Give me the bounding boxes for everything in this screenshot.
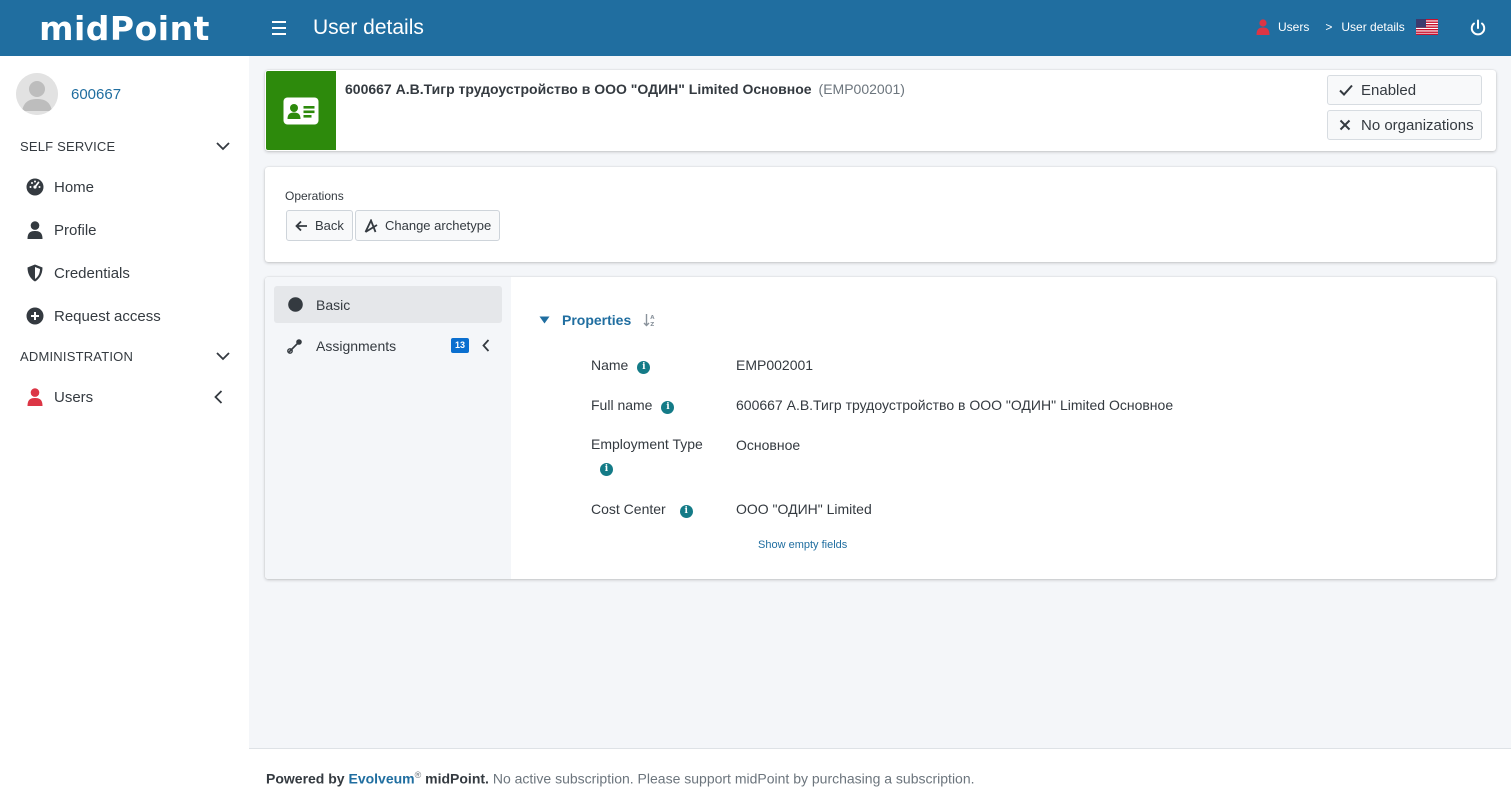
id-card-icon [266, 71, 336, 150]
info-icon[interactable]: i [600, 463, 613, 476]
enabled-tag[interactable]: Enabled [1327, 75, 1482, 105]
enabled-tag-label: Enabled [1361, 81, 1417, 99]
power-icon[interactable] [1468, 18, 1488, 38]
tab-assignments[interactable]: Assignments 13 [274, 327, 502, 364]
sidebar-item-home[interactable]: Home [26, 175, 231, 199]
summary-panel: 600667 А.В.Тигр трудоустройство в ООО "О… [265, 70, 1496, 151]
caret-down-icon [539, 316, 550, 324]
summary-display-name: 600667 А.В.Тигр трудоустройство в ООО "О… [345, 81, 812, 97]
sidebar: 600667 SELF SERVICE Home Profile Credent… [0, 56, 249, 805]
user-icon [26, 221, 44, 239]
operations-label: Operations [285, 189, 344, 203]
footer: Powered by Evolveum® midPoint. No active… [249, 748, 1511, 805]
circle-icon [287, 297, 303, 313]
no-organizations-tag[interactable]: No organizations [1327, 110, 1482, 140]
sidebar-item-label: Request access [54, 307, 161, 325]
avatar-icon [16, 73, 58, 115]
section-administration[interactable]: ADMINISTRATION [20, 349, 230, 364]
operations-panel: Operations Back Change archetype [265, 167, 1496, 262]
name-value: EMP002001 [736, 357, 814, 373]
footer-product: midPoint. [425, 770, 489, 787]
info-icon[interactable]: i [679, 504, 693, 518]
sort-icon[interactable]: AZ [643, 313, 657, 327]
sidebar-item-label: Profile [54, 221, 97, 239]
info-icon[interactable]: i [637, 360, 651, 374]
tab-assignments-label: Assignments [316, 337, 397, 354]
sidebar-item-profile[interactable]: Profile [26, 218, 231, 242]
footer-notice: No active subscription. Please support m… [492, 770, 975, 787]
full-name-label: Full name i [591, 397, 675, 414]
section-self-service[interactable]: SELF SERVICE [20, 139, 230, 154]
details-panel: Basic Assignments 13 Properties AZ Name i… [265, 277, 1496, 579]
properties-header[interactable]: Properties AZ [539, 312, 657, 328]
top-navbar: midPoint User details Users > User detai… [0, 0, 1511, 56]
full-name-label-text: Full name [591, 397, 653, 413]
page-title: User details [313, 16, 424, 39]
details-navigation: Basic Assignments 13 [265, 277, 511, 579]
shield-icon [26, 264, 44, 282]
properties-title: Properties [562, 312, 632, 328]
sidebar-item-label: Home [54, 178, 95, 196]
no-organizations-tag-label: No organizations [1361, 116, 1474, 134]
evolveum-link[interactable]: Evolveum [348, 771, 414, 787]
sidebar-item-request-access[interactable]: Request access [26, 304, 231, 328]
breadcrumb-user-details: User details [1341, 20, 1405, 34]
tab-basic-label: Basic [316, 296, 351, 313]
dashboard-icon [26, 178, 44, 196]
user-panel[interactable]: 600667 [16, 73, 121, 115]
user-icon [1256, 19, 1270, 35]
assignment-icon [287, 338, 303, 354]
info-icon[interactable]: i [661, 400, 675, 414]
employment-type-value: Основное [736, 437, 801, 453]
sidebar-item-credentials[interactable]: Credentials [26, 261, 231, 285]
employment-type-label: Employment Type i [591, 433, 726, 479]
hamburger-icon[interactable] [272, 17, 292, 39]
show-empty-fields-link[interactable]: Show empty fields [758, 539, 847, 551]
summary-identifier: (EMP002001) [818, 81, 905, 97]
sidebar-user-name[interactable]: 600667 [71, 86, 121, 103]
tab-basic[interactable]: Basic [274, 286, 502, 323]
name-label: Name i [591, 357, 651, 374]
breadcrumb: Users > User details [1256, 19, 1405, 35]
section-administration-title: ADMINISTRATION [20, 349, 134, 364]
employment-type-label-text: Employment Type [591, 436, 703, 452]
plus-circle-icon [26, 307, 44, 325]
cost-center-value: ООО "ОДИН" Limited [736, 501, 872, 517]
footer-text: Powered by Evolveum® midPoint. No active… [266, 770, 975, 787]
footer-powered-by: Powered by [266, 770, 345, 787]
sidebar-item-label: Users [54, 388, 94, 406]
sidebar-item-users[interactable]: Users [26, 385, 231, 409]
chevron-down-icon [216, 142, 230, 151]
change-archetype-button[interactable]: Change archetype [355, 210, 501, 241]
brand-logo[interactable]: midPoint [0, 0, 249, 56]
section-self-service-title: SELF SERVICE [20, 139, 116, 154]
sidebar-item-label: Credentials [54, 264, 130, 282]
avatar [16, 73, 58, 115]
back-button[interactable]: Back [286, 210, 353, 241]
check-icon [1339, 84, 1353, 96]
chevron-left-icon [214, 390, 223, 404]
svg-text:Z: Z [651, 322, 655, 327]
svg-text:A: A [651, 315, 656, 321]
assignments-count-badge: 13 [451, 338, 470, 353]
close-icon [1339, 119, 1353, 131]
breadcrumb-separator: > [1325, 20, 1333, 34]
us-flag-icon[interactable] [1416, 19, 1438, 35]
breadcrumb-users[interactable]: Users [1278, 20, 1309, 34]
name-label-text: Name [591, 357, 629, 373]
cost-center-label-text: Cost Center [591, 501, 666, 517]
registered-mark: ® [414, 770, 422, 780]
change-archetype-button-label: Change archetype [385, 218, 492, 233]
back-button-label: Back [315, 218, 344, 233]
summary-title: 600667 А.В.Тигр трудоустройство в ООО "О… [345, 81, 905, 97]
full-name-value: 600667 А.В.Тигр трудоустройство в ООО "О… [736, 397, 1174, 413]
user-red-icon [26, 388, 44, 406]
archetype-icon [364, 218, 378, 233]
arrow-left-icon [295, 220, 308, 232]
chevron-left-icon [482, 339, 490, 352]
brand-text: midPoint [39, 8, 210, 48]
chevron-down-icon [216, 352, 230, 361]
cost-center-label: Cost Center i [591, 501, 693, 518]
